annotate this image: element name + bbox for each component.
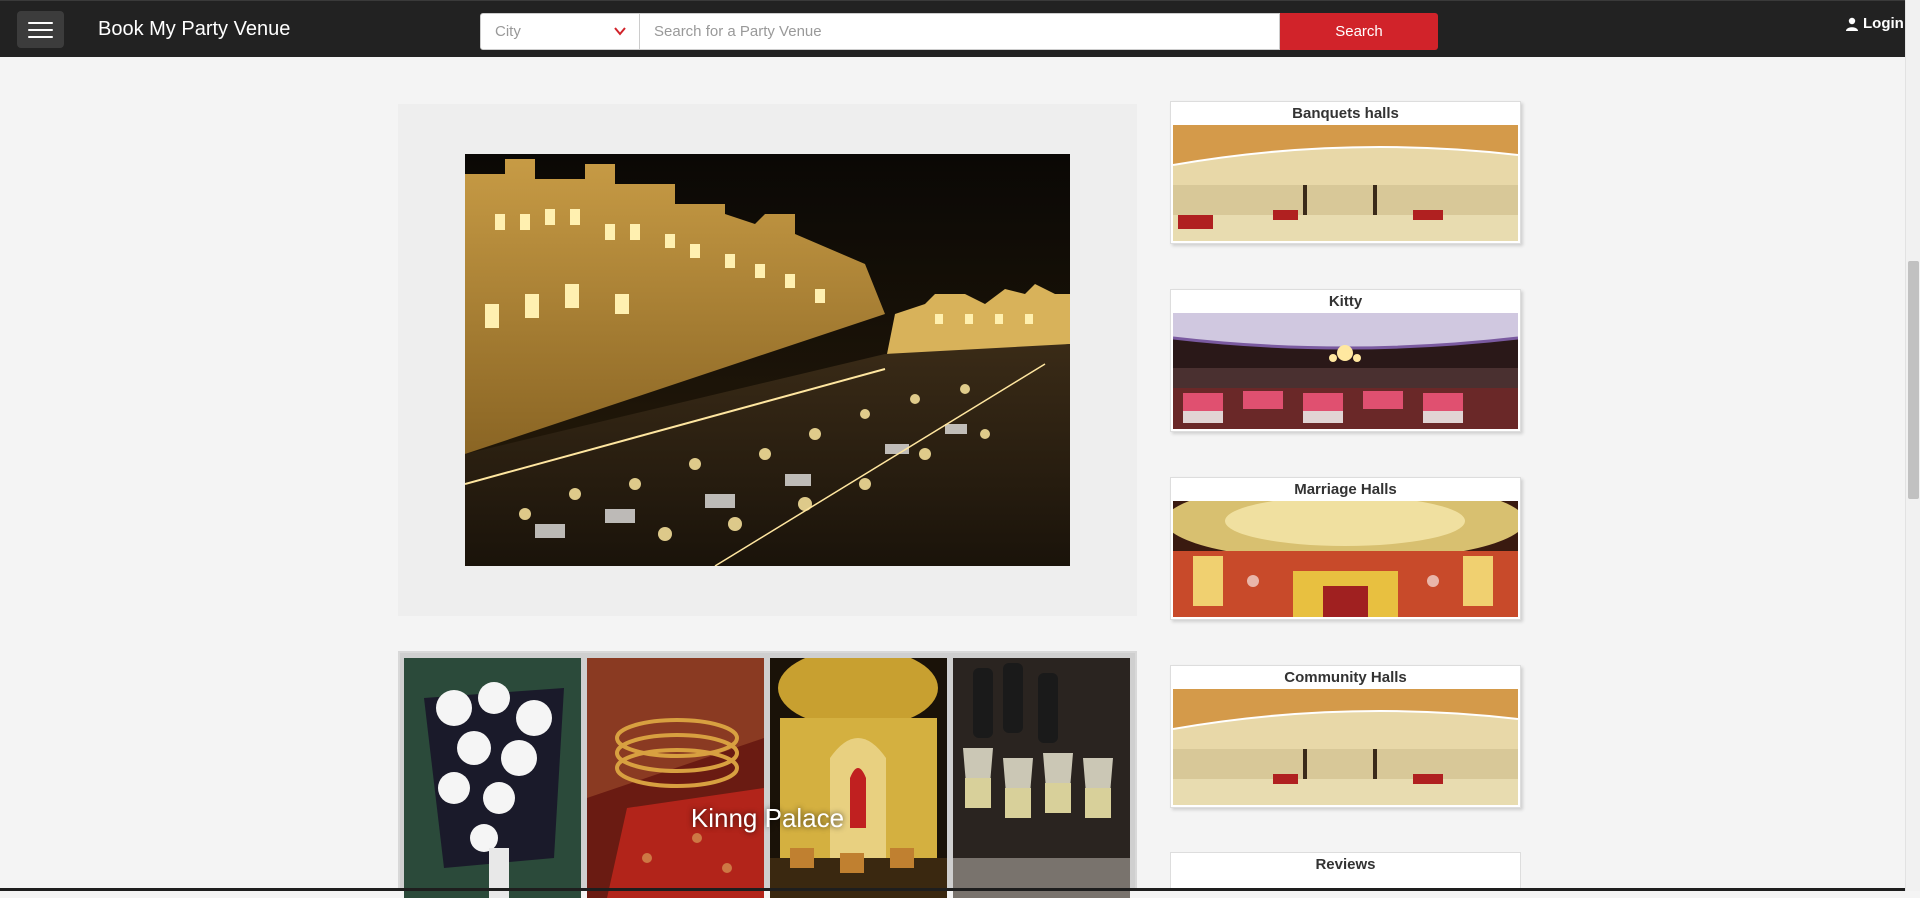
wine-glasses-image <box>953 658 1130 898</box>
decorated-mandap-image <box>770 658 947 898</box>
venue-gallery[interactable]: Kinng Palace <box>398 651 1137 898</box>
category-title: Kitty <box>1328 293 1363 310</box>
category-title: Community Halls <box>1284 669 1407 686</box>
palace-night-venue-image <box>465 154 1070 566</box>
vertical-scrollbar[interactable] <box>1905 0 1920 891</box>
hero-panel <box>398 104 1137 616</box>
city-select[interactable]: City <box>480 13 640 50</box>
reviews-title: Reviews <box>1315 856 1376 873</box>
category-card-kitty[interactable]: Kitty <box>1170 289 1521 432</box>
hamburger-icon <box>28 28 53 31</box>
chevron-down-icon <box>614 27 626 36</box>
user-icon <box>1846 17 1858 31</box>
community-hall-image <box>1173 689 1518 805</box>
category-card-banquet-halls[interactable]: Banquets halls <box>1170 101 1521 244</box>
brand-title[interactable]: Book My Party Venue <box>98 17 290 41</box>
category-title: Banquets halls <box>1292 105 1399 122</box>
search-bar: City Search <box>480 13 1438 50</box>
white-flower-bouquet-image <box>404 658 581 898</box>
hamburger-menu-button[interactable] <box>17 11 64 48</box>
city-select-value: City <box>495 23 521 40</box>
top-navbar: Book My Party Venue City Search Login <box>0 0 1917 57</box>
reviews-panel: Reviews <box>1170 852 1521 891</box>
marriage-hall-image <box>1173 501 1518 617</box>
category-card-marriage-halls[interactable]: Marriage Halls <box>1170 477 1521 620</box>
login-label: Login <box>1863 15 1904 32</box>
category-title: Marriage Halls <box>1294 481 1397 498</box>
search-input[interactable] <box>640 13 1280 50</box>
kitty-party-hall-image <box>1173 313 1518 429</box>
banquet-hall-image <box>1173 125 1518 241</box>
scrollbar-thumb[interactable] <box>1908 261 1919 499</box>
hamburger-icon <box>28 21 53 24</box>
hamburger-icon <box>28 35 53 38</box>
gallery-caption: Kinng Palace <box>690 803 845 833</box>
bridal-henna-bangles-image <box>587 658 764 898</box>
category-card-community-halls[interactable]: Community Halls <box>1170 665 1521 808</box>
search-button[interactable]: Search <box>1280 13 1438 50</box>
